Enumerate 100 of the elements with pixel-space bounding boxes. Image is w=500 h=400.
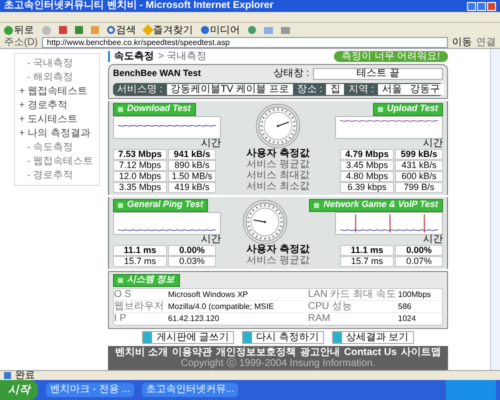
info-label: CPU 성능 (308, 300, 353, 312)
info-value: 100Mbps (398, 288, 431, 300)
action-icon (143, 332, 152, 342)
sidebar-item[interactable]: - 경로추적 (19, 170, 95, 181)
action-icon (332, 332, 342, 342)
status-field: 테스트 끝 (313, 68, 443, 80)
panel-title: BenchBee WAN Test (113, 67, 202, 80)
district-text: 강동구 (410, 84, 440, 94)
address-field[interactable]: http://www.benchbee.co.kr/speedtest/speedtest.asp (42, 37, 448, 48)
footer-link[interactable]: 이용약관 (172, 346, 212, 358)
footer-link[interactable]: Contact Us (344, 346, 397, 358)
value-cell: 4.79 Mbps (340, 148, 394, 160)
status-label: 상태창 : (273, 68, 309, 80)
sidebar-item[interactable]: + 경로추적 (19, 100, 95, 111)
info-value: Mozilla/4.0 (compatible; MSIE (168, 300, 274, 312)
info-label: RAM (308, 312, 332, 324)
region-label: 지역 : (348, 84, 374, 94)
footer-link[interactable]: 개인정보보호정책 (216, 346, 296, 358)
value-cell: 1.50 MB/s (168, 170, 216, 182)
sidebar-item[interactable]: + 나의 측정결과 (19, 128, 95, 139)
sidebar-item[interactable]: - 국내측정 (19, 58, 95, 69)
search-icon (107, 26, 115, 34)
value-cell: 15.7 ms (113, 256, 167, 266)
media-button[interactable]: 미디어 (201, 24, 240, 36)
info-label: I P (114, 312, 128, 324)
back-button[interactable]: 뒤로 (4, 24, 34, 36)
row-label: 서비스 평균값 (246, 160, 310, 170)
indicator-icon (118, 202, 123, 208)
search-button[interactable]: 검색 (107, 24, 136, 36)
axis-label: 시간 (423, 234, 443, 244)
globe-icon (201, 26, 209, 34)
links-label[interactable]: 연결 (476, 37, 496, 48)
value-cell: 12.0 Mbps (113, 170, 167, 182)
row-label: 사용자 측정값 (246, 245, 310, 255)
value-cell: 0.00% (168, 244, 216, 256)
value-cell: 599 kB/s (395, 148, 443, 160)
place-label: 장소 : (296, 84, 322, 94)
sidebar-item[interactable]: - 속도측정 (19, 142, 95, 153)
info-label: O S (114, 288, 132, 300)
axis-label: 시간 (423, 138, 443, 148)
row-label: 서비스 최대값 (246, 171, 310, 181)
start-button[interactable]: 시작 (0, 380, 38, 400)
address-label: 주소(D) (4, 37, 38, 48)
value-cell: 7.12 Mbps (113, 160, 167, 170)
favorites-icon (142, 24, 154, 36)
value-cell: 431 kB/s (395, 160, 443, 170)
service-label: 서비스명 : (117, 84, 163, 94)
value-cell: 0.00% (395, 244, 443, 256)
scrollbar[interactable] (490, 49, 500, 370)
action-icon (243, 332, 252, 342)
value-cell: 3.35 Mbps (113, 182, 167, 192)
action-button[interactable]: 상세결과 보기 (332, 330, 414, 344)
taskbar-item[interactable]: 초고속인터넷커뮤... (142, 383, 238, 397)
info-label: 웹브라우저 (114, 300, 165, 312)
value-cell: 4.80 Mbps (340, 170, 394, 182)
sidebar-item[interactable]: - 해외측정 (19, 72, 95, 83)
favorites-button[interactable]: 즐겨찾기 (144, 24, 193, 36)
indicator-icon (314, 202, 320, 208)
sidebar-item[interactable]: - 웹접속테스트 (19, 156, 95, 167)
info-value: 1024 (398, 312, 416, 324)
status-text: 완료 (15, 370, 35, 380)
value-cell: 0.03% (168, 256, 216, 266)
info-value: 61.42.123.120 (168, 312, 220, 324)
info-value: 586 (398, 300, 412, 312)
footer-link[interactable]: 광고안내 (300, 346, 340, 358)
value-cell: 6.39 kbps (340, 182, 394, 192)
system-tray (446, 380, 496, 400)
action-button[interactable]: 게시판에 글쓰기 (142, 330, 234, 344)
footer-link[interactable]: 사이트맵 (400, 346, 441, 358)
indicator-icon (118, 106, 123, 112)
value-cell: 419 kB/s (168, 182, 216, 192)
indicator-icon (118, 278, 123, 282)
window-title: 초고속인터넷커뮤니티 벤치비 - Microsoft Internet Explorer (4, 0, 274, 12)
value-cell: 941 kB/s (168, 148, 216, 160)
place-field: 집 (326, 84, 344, 94)
sidebar-item[interactable]: + 도시테스트 (19, 114, 95, 125)
copyright-text: Copyright ⓒ 1999-2004 Insung Information. (180, 358, 376, 368)
city-text: 서울 (382, 84, 402, 94)
taskbar-item[interactable]: 벤치마크 - 전용 ... (46, 383, 134, 397)
value-cell: 3.45 Mbps (340, 160, 394, 170)
value-cell: 11.1 ms (113, 244, 167, 256)
breadcrumb: > 국내측정 (158, 51, 207, 62)
go-button[interactable]: 이동 (452, 37, 472, 48)
forward-icon[interactable] (42, 26, 51, 34)
action-button[interactable]: 다시 측정하기 (242, 330, 324, 344)
section-title: 속도측정 (114, 51, 154, 62)
footer-link[interactable]: 벤치비 소개 (115, 346, 168, 358)
service-field: 강동케이블TV 케이블 프로 (166, 84, 293, 94)
value-cell: 600 kB/s (395, 170, 443, 182)
close-icon[interactable] (487, 2, 496, 10)
row-label: 서비스 최소값 (246, 182, 310, 192)
axis-label: 시간 (201, 138, 221, 148)
info-label: LAN 카드 최대 속도 (308, 288, 397, 300)
sidebar-item[interactable]: + 웹접속테스트 (19, 86, 95, 97)
value-cell: 7.53 Mbps (113, 148, 167, 160)
value-cell: 11.1 ms (340, 244, 394, 256)
row-label: 사용자 측정값 (246, 149, 310, 159)
value-cell: 799 B/s (395, 182, 443, 192)
axis-label: 시간 (201, 234, 221, 244)
value-cell: 15.7 ms (340, 256, 394, 266)
